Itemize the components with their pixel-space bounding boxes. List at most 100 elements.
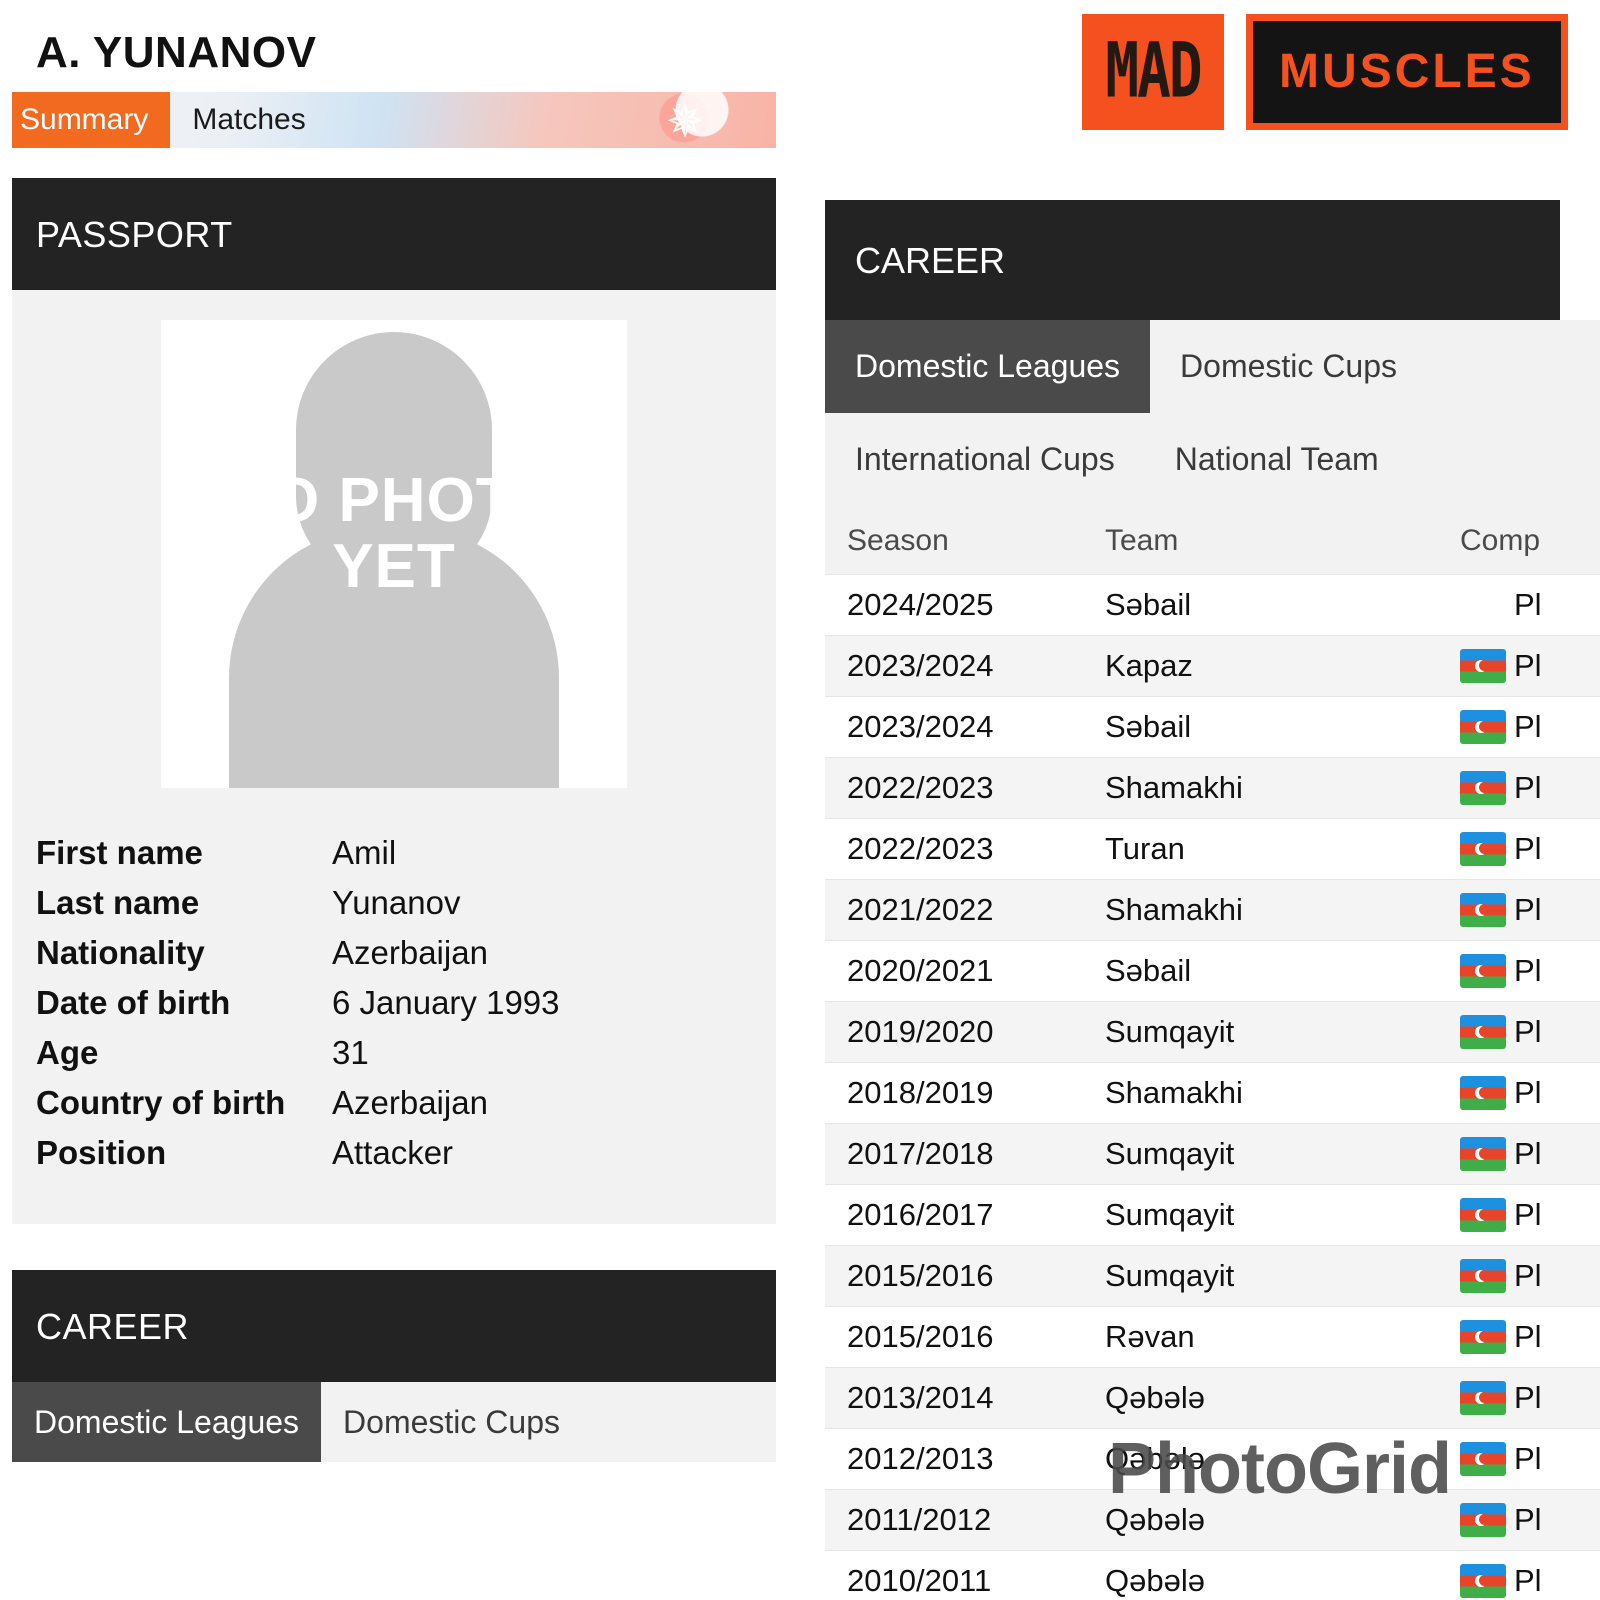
table-row[interactable]: 2016/2017 Sumqayit Pl <box>825 1184 1600 1246</box>
cell-team: Səbail <box>1105 953 1192 988</box>
azerbaijan-flag-icon <box>1460 1564 1506 1598</box>
profile-tabs: ✵ Summary Matches <box>12 92 776 148</box>
logo-mad-text: MAD <box>1105 27 1202 116</box>
passport-field-row: Date of birth 6 January 1993 <box>36 978 752 1028</box>
table-row[interactable]: 2019/2020 Sumqayit Pl <box>825 1001 1600 1063</box>
table-row[interactable]: 2011/2012 Qəbələ Pl <box>825 1489 1600 1551</box>
table-row[interactable]: 2021/2022 Shamakhi Pl <box>825 879 1600 941</box>
azerbaijan-flag-icon <box>1460 893 1506 927</box>
column-header-competition[interactable]: Comp <box>1438 506 1600 575</box>
brand-logo: MAD MUSCLES <box>1082 14 1568 130</box>
passport-field-row: Last name Yunanov <box>36 878 752 928</box>
player-profile-page: A. YUNANOV ✵ Summary Matches PASSPORT NO… <box>0 0 1600 1600</box>
passport-body: NO PHOTO YET First name Amil Last name Y… <box>12 290 776 1224</box>
cell-season: 2024/2025 <box>847 587 994 622</box>
cell-competition: Pl <box>1438 941 1600 1002</box>
table-row[interactable]: 2017/2018 Sumqayit Pl <box>825 1123 1600 1185</box>
cell-team: Səbail <box>1105 709 1192 744</box>
passport-field-row: Nationality Azerbaijan <box>36 928 752 978</box>
cell-competition: Pl <box>1438 1185 1600 1246</box>
logo-muscles-block: MUSCLES <box>1246 14 1568 130</box>
logo-mad-block: MAD <box>1082 14 1224 130</box>
cell-competition: Pl <box>1438 880 1600 941</box>
no-photo-label: NO PHOTO YET <box>225 466 563 601</box>
cell-team: Qəbələ <box>1105 1502 1205 1537</box>
column-header-season[interactable]: Season <box>825 506 1083 575</box>
azerbaijan-flag-icon <box>1460 1015 1506 1049</box>
table-row[interactable]: 2018/2019 Shamakhi Pl <box>825 1062 1600 1124</box>
passport-field-row: Age 31 <box>36 1028 752 1078</box>
cell-team: Qəbələ <box>1105 1380 1205 1415</box>
table-row[interactable]: 2015/2016 Sumqayit Pl <box>825 1245 1600 1307</box>
cell-season: 2015/2016 <box>847 1319 994 1354</box>
azerbaijan-flag-icon <box>1460 649 1506 683</box>
azerbaijan-flag-icon <box>1460 1137 1506 1171</box>
field-label: Date of birth <box>36 984 231 1021</box>
cell-team: Shamakhi <box>1105 892 1243 927</box>
cell-season: 2016/2017 <box>847 1197 994 1232</box>
player-photo-wrap: NO PHOTO YET <box>36 320 752 788</box>
table-row[interactable]: 2023/2024 Səbail Pl <box>825 696 1600 758</box>
table-row[interactable]: 2020/2021 Səbail Pl <box>825 940 1600 1002</box>
star-icon: ✵ <box>665 95 705 147</box>
career-subtabs-right: Domestic Leagues Domestic Cups Internati… <box>825 320 1600 506</box>
azerbaijan-flag-icon <box>1460 954 1506 988</box>
cell-team: Turan <box>1105 831 1185 866</box>
cell-team: Sumqayit <box>1105 1136 1235 1171</box>
subtab-domestic-leagues-left[interactable]: Domestic Leagues <box>12 1382 322 1462</box>
passport-field-row: Position Attacker <box>36 1128 752 1178</box>
field-label: Country of birth <box>36 1084 286 1121</box>
field-value: 6 January 1993 <box>332 984 560 1021</box>
cell-competition: Pl <box>1438 1002 1600 1063</box>
azerbaijan-flag-icon <box>1460 1503 1506 1537</box>
azerbaijan-flag-icon <box>1460 710 1506 744</box>
field-label: First name <box>36 834 203 871</box>
career-subtabs-row-1: Domestic Leagues Domestic Cups <box>825 320 1600 413</box>
career-panel-right: CAREER Domestic Leagues Domestic Cups In… <box>825 200 1600 1600</box>
cell-competition: Pl <box>1438 1490 1600 1551</box>
passport-fields: First name Amil Last name Yunanov Nation… <box>36 828 752 1178</box>
cell-season: 2017/2018 <box>847 1136 994 1171</box>
career-table-body: 2024/2025 Səbail Pl 2023/2024 Kapaz Pl 2023/20… <box>825 574 1600 1600</box>
subtab-domestic-leagues[interactable]: Domestic Leagues <box>825 320 1151 413</box>
subtab-domestic-cups-left[interactable]: Domestic Cups <box>321 1382 582 1462</box>
column-header-team[interactable]: Team <box>1083 506 1438 575</box>
subtab-international-cups[interactable]: International Cups <box>825 413 1145 506</box>
subtab-national-team[interactable]: National Team <box>1145 413 1409 506</box>
subtab-domestic-cups[interactable]: Domestic Cups <box>1150 320 1427 413</box>
table-row[interactable]: 2024/2025 Səbail Pl <box>825 574 1600 636</box>
table-row[interactable]: 2013/2014 Qəbələ Pl <box>825 1367 1600 1429</box>
field-value: 31 <box>332 1034 369 1071</box>
career-title-right: CAREER <box>825 200 1560 320</box>
passport-field-row: First name Amil <box>36 828 752 878</box>
cell-season: 2012/2013 <box>847 1441 994 1476</box>
table-row[interactable]: 2012/2013 Qəbələ Pl <box>825 1428 1600 1490</box>
cell-competition: Pl <box>1438 819 1600 880</box>
cell-competition: Pl <box>1514 587 1542 622</box>
field-label: Position <box>36 1134 167 1171</box>
table-row[interactable]: 2015/2016 Rəvan Pl <box>825 1306 1600 1368</box>
table-row[interactable]: 2010/2011 Qəbələ Pl <box>825 1550 1600 1600</box>
passport-card: PASSPORT NO PHOTO YET First name Amil La… <box>12 178 776 1224</box>
table-row[interactable]: 2023/2024 Kapaz Pl <box>825 635 1600 697</box>
cell-team: Rəvan <box>1105 1319 1195 1354</box>
cell-team: Shamakhi <box>1105 1075 1243 1110</box>
cell-team: Sumqayit <box>1105 1197 1235 1232</box>
tab-matches[interactable]: Matches <box>170 92 327 148</box>
cell-season: 2021/2022 <box>847 892 994 927</box>
cell-competition: Pl <box>1438 1307 1600 1368</box>
career-card-left: CAREER Domestic Leagues Domestic Cups <box>12 1270 776 1462</box>
cell-season: 2022/2023 <box>847 770 994 805</box>
tab-summary[interactable]: Summary <box>12 92 171 148</box>
career-table-head: Season Team Comp <box>825 506 1600 575</box>
table-row[interactable]: 2022/2023 Turan Pl <box>825 818 1600 880</box>
career-table: Season Team Comp 2024/2025 Səbail Pl 2023/2… <box>825 506 1600 1600</box>
cell-competition: Pl <box>1438 758 1600 819</box>
career-title-left: CAREER <box>12 1270 776 1382</box>
career-subtabs-row-2: International Cups National Team <box>825 413 1600 506</box>
table-row[interactable]: 2022/2023 Shamakhi Pl <box>825 757 1600 819</box>
table-header-row: Season Team Comp <box>825 506 1600 575</box>
cell-season: 2022/2023 <box>847 831 994 866</box>
cell-season: 2015/2016 <box>847 1258 994 1293</box>
field-value: Amil <box>332 834 397 871</box>
